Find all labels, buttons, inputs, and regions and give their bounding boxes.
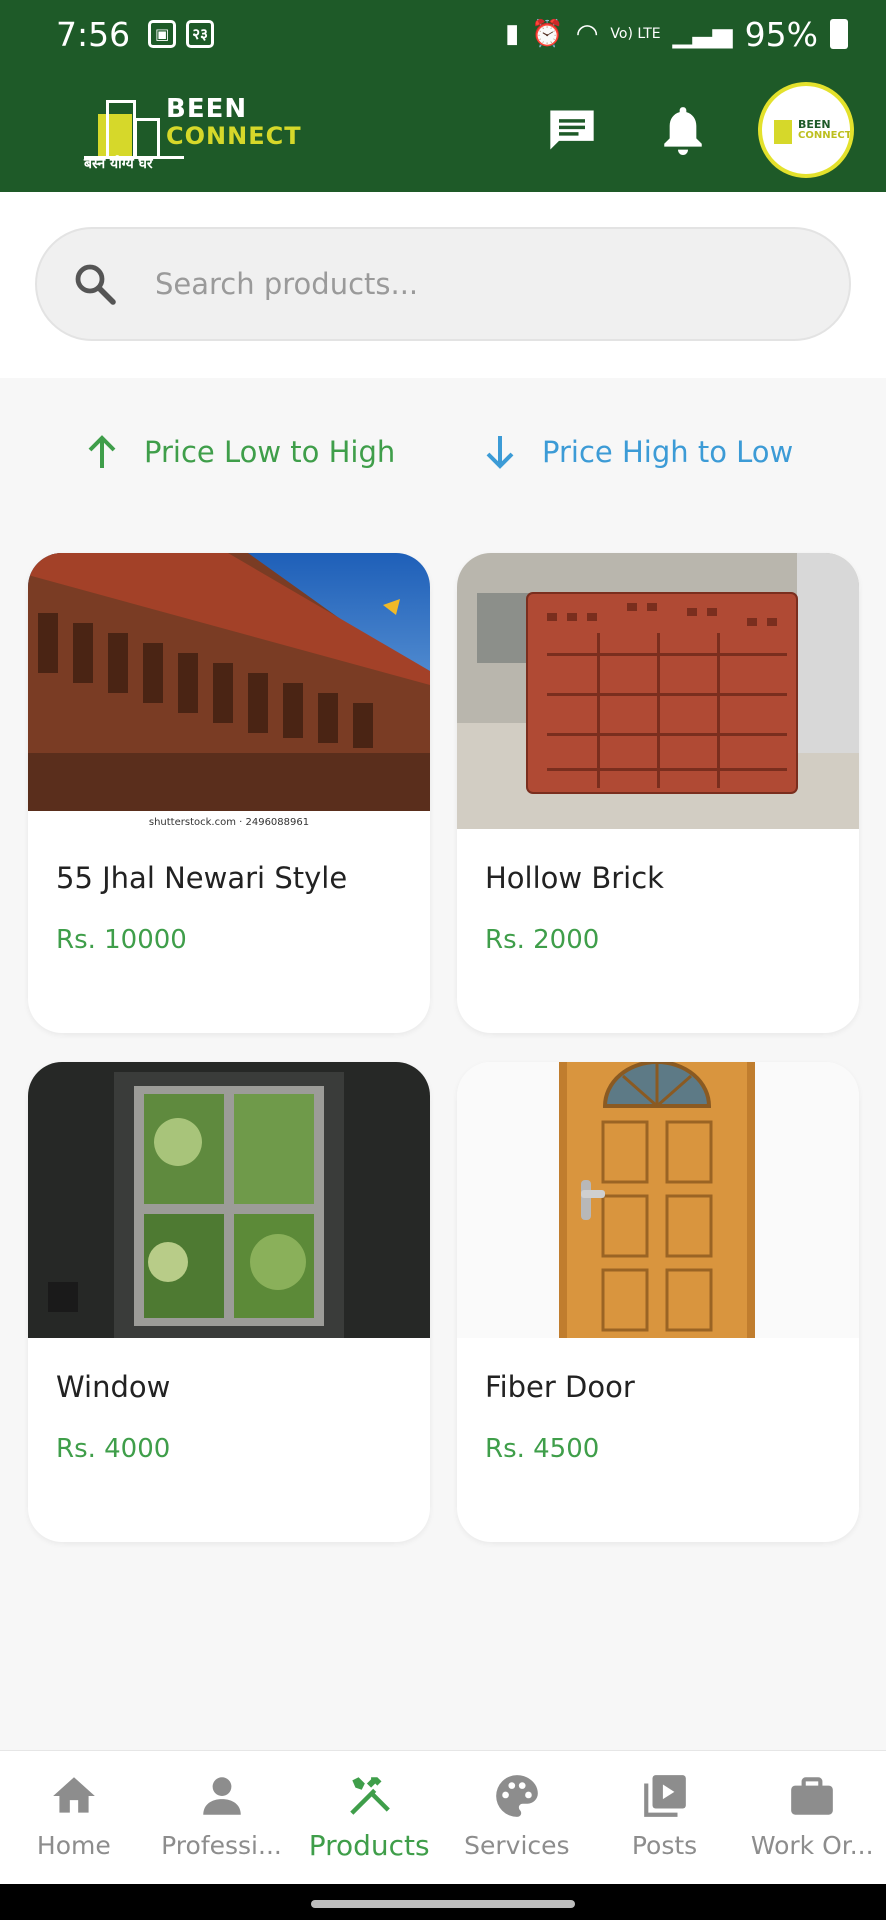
product-card[interactable]: Window Rs. 4000 [28,1062,430,1542]
app-bar: BEEN CONNECT बस्न योग्य घर BEEN CONNECT [0,68,886,192]
nav-products[interactable]: Products [295,1751,443,1884]
product-price: Rs. 4500 [485,1434,600,1464]
product-title: 55 Jhal Newari Style [56,861,348,895]
product-price: Rs. 4000 [56,1434,171,1464]
sort-high-label: Price High to Low [542,435,794,469]
palette-icon [496,1775,538,1817]
nav-professionals[interactable]: Professi... [148,1751,296,1884]
image-watermark-caption: shutterstock.com · 2496088961 [149,817,309,828]
product-title: Window [56,1370,171,1404]
image-notification-icon: ▣ [148,20,177,48]
nav-services[interactable]: Services [443,1751,591,1884]
home-gesture-handle[interactable] [311,1900,575,1908]
home-icon [52,1777,95,1813]
briefcase-icon [791,1777,834,1815]
search-section [0,192,886,378]
bell-icon[interactable] [658,102,708,158]
sort-options: Price Low to High Price High to Low [0,420,886,490]
product-card[interactable]: shutterstock.com · 2496088961 55 Jhal Ne… [28,553,430,1033]
sort-low-label: Price Low to High [144,435,396,469]
chat-icon[interactable] [546,104,598,156]
nav-label: Products [308,1829,430,1862]
nav-label: Home [36,1831,111,1860]
status-right: ▮ ⏰ ◠ Vo) LTE ▁▃▅ 95% [505,15,848,54]
logo-text-been: BEEN [166,94,248,124]
product-price: Rs. 2000 [485,925,600,955]
product-image-fiber-door [457,1062,859,1338]
sort-price-high-to-low-button[interactable]: Price High to Low [484,434,793,470]
product-card[interactable]: Fiber Door Rs. 4500 [457,1062,859,1542]
status-bar: 7:56 ▣ २३ ▮ ⏰ ◠ Vo) LTE ▁▃▅ 95% [0,0,886,68]
search-bar[interactable] [35,227,851,341]
ime-icon: २३ [186,20,215,48]
wifi-icon: ◠ [575,19,599,49]
product-card[interactable]: Hollow Brick Rs. 2000 [457,553,859,1033]
arrow-up-icon [88,435,116,468]
been-connect-logo[interactable]: BEEN CONNECT बस्न योग्य घर [74,86,306,182]
nav-label: Posts [631,1831,698,1860]
product-title: Hollow Brick [485,861,664,895]
nav-work-orders[interactable]: Work Or... [738,1751,886,1884]
avatar-logo-text-connect: CONNECT [798,130,852,141]
nav-label: Professi... [161,1831,282,1860]
battery-percent: 95% [744,14,818,54]
status-notification-icons: ▣ २३ [148,20,215,48]
product-image-window [28,1062,430,1338]
nav-label: Services [464,1831,570,1860]
signal-icon: ▁▃▅ [672,19,733,49]
battery-icon [830,19,848,49]
alarm-icon: ⏰ [531,19,564,49]
nav-home[interactable]: Home [0,1751,148,1884]
battery-saver-icon: ▮ [505,19,520,49]
tools-icon [350,1777,391,1815]
nav-posts[interactable]: Posts [591,1751,739,1884]
logo-tagline: बस्न योग्य घर [84,156,153,172]
volte-label: Vo) LTE [610,26,661,42]
building-logo-icon [84,96,184,159]
product-image-hollow-brick [457,553,859,829]
nav-label: Work Or... [750,1831,874,1860]
product-price: Rs. 10000 [56,925,187,955]
arrow-down-icon [486,436,514,469]
video-library-icon [643,1775,686,1817]
bottom-navigation: Home Professi... Products Services Posts [0,1750,886,1884]
product-title: Fiber Door [485,1370,635,1404]
sort-price-low-to-high-button[interactable]: Price Low to High [86,434,395,470]
person-icon [202,1777,241,1815]
status-time: 7:56 [56,14,131,54]
system-navigation-bar [0,1884,886,1920]
search-input[interactable] [155,267,755,301]
search-icon [75,264,116,305]
profile-avatar[interactable]: BEEN CONNECT [758,82,854,178]
logo-text-connect: CONNECT [166,122,302,150]
product-image-newari-building: shutterstock.com · 2496088961 [28,553,430,829]
